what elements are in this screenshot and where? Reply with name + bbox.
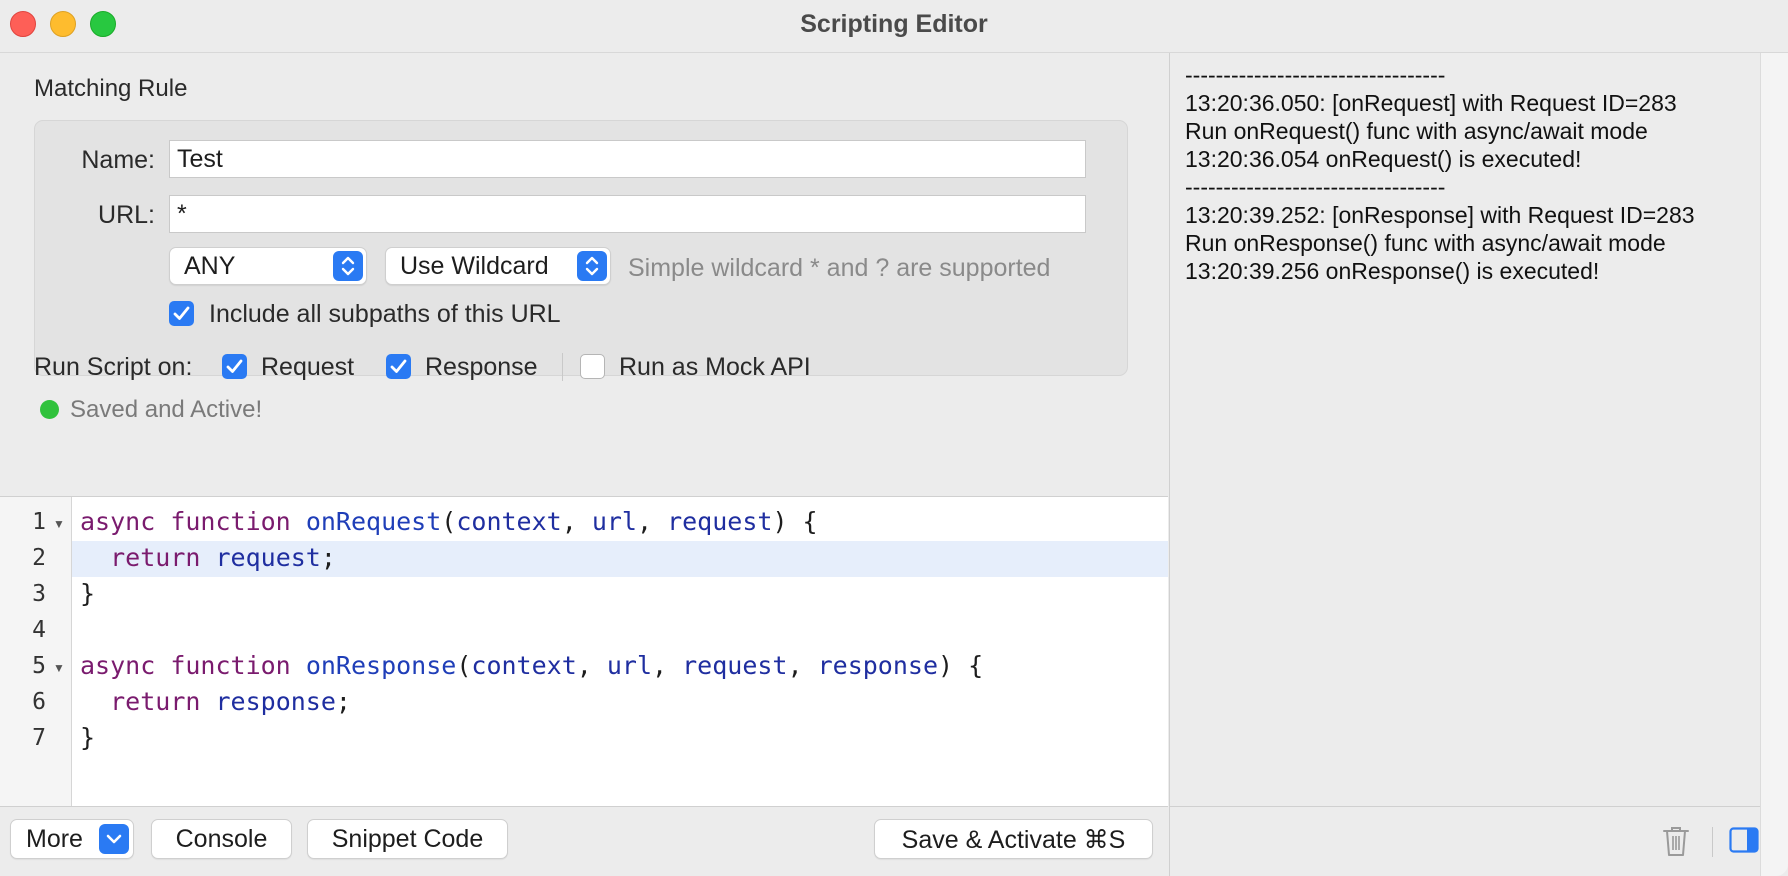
editor-toolbar: More Console Snippet Code Save & Activat… <box>0 806 1168 876</box>
checkmark-icon <box>390 359 407 373</box>
status-text: Saved and Active! <box>70 396 263 423</box>
divider <box>562 353 563 381</box>
line-number: 6 <box>32 689 46 715</box>
line-number: 5 <box>32 653 46 679</box>
log-line: 13:20:36.054 onRequest() is executed! <box>1185 146 1582 172</box>
log-line: 13:20:39.256 onResponse() is executed! <box>1185 258 1600 284</box>
code-line: async function onRequest(context, url, r… <box>80 507 818 536</box>
fold-triangle-icon[interactable]: ▼ <box>53 517 65 531</box>
code-line: } <box>80 579 96 608</box>
code-line: async function onResponse(context, url, … <box>80 651 984 680</box>
line-number: 7 <box>32 725 46 751</box>
request-checkbox[interactable] <box>222 354 247 379</box>
matching-rule-heading: Matching Rule <box>34 75 188 102</box>
log-line: Run onResponse() func with async/await m… <box>1185 230 1666 256</box>
save-activate-button[interactable]: Save & Activate ⌘S <box>874 819 1153 859</box>
url-label: URL: <box>98 201 155 229</box>
mock-api-label: Run as Mock API <box>619 353 811 381</box>
more-label: More <box>26 825 83 853</box>
chevron-down-icon <box>99 824 129 854</box>
include-subpaths-label: Include all subpaths of this URL <box>209 300 561 328</box>
line-number: 3 <box>32 581 46 607</box>
checkmark-icon <box>226 359 243 373</box>
match-mode-popup[interactable]: Use Wildcard <box>385 247 611 285</box>
console-button[interactable]: Console <box>151 819 292 859</box>
line-number: 4 <box>32 617 46 643</box>
updown-chevron-icon <box>577 251 607 281</box>
mock-api-checkbox[interactable] <box>580 354 605 379</box>
wildcard-hint: Simple wildcard * and ? are supported <box>628 254 1051 282</box>
sidebar-toggle-icon[interactable] <box>1729 827 1759 853</box>
window-title: Scripting Editor <box>800 10 988 38</box>
trash-icon[interactable] <box>1661 824 1691 858</box>
run-script-label: Run Script on: <box>34 353 193 381</box>
fold-triangle-icon[interactable]: ▼ <box>53 661 65 675</box>
log-line: Run onRequest() func with async/await mo… <box>1185 118 1648 144</box>
more-menu-button[interactable]: More <box>10 819 134 859</box>
status-indicator-icon <box>40 400 59 419</box>
request-label: Request <box>261 353 355 381</box>
http-method-value: ANY <box>184 252 236 280</box>
match-mode-value: Use Wildcard <box>400 252 549 280</box>
updown-chevron-icon <box>333 251 363 281</box>
console-log: ---------------------------------- 13:20… <box>1185 61 1695 285</box>
log-line: 13:20:39.252: [onResponse] with Request … <box>1185 202 1695 228</box>
log-line: ---------------------------------- <box>1185 174 1446 200</box>
name-field[interactable] <box>169 140 1086 178</box>
response-label: Response <box>425 353 538 381</box>
log-line: 13:20:36.050: [onRequest] with Request I… <box>1185 90 1677 116</box>
console-pane: ---------------------------------- 13:20… <box>1169 53 1760 806</box>
snippet-code-button[interactable]: Snippet Code <box>307 819 508 859</box>
matching-rule-box: Name: URL: ANY Use Wildcard Simple wildc… <box>34 120 1128 376</box>
name-label: Name: <box>81 146 155 174</box>
line-number: 1 <box>32 509 46 535</box>
console-toolbar <box>1169 806 1760 876</box>
code-line: } <box>80 723 96 752</box>
response-checkbox[interactable] <box>386 354 411 379</box>
scripting-editor-window: Scripting Editor Matching Rule Name: URL… <box>0 0 1788 876</box>
scrollbar[interactable] <box>1760 53 1788 876</box>
code-line: return request; <box>110 543 336 572</box>
line-number-gutter: 1 ▼ 2 3 4 5 ▼ 6 7 <box>0 497 72 807</box>
line-number: 2 <box>32 545 46 571</box>
divider <box>1712 827 1713 857</box>
include-subpaths-checkbox[interactable] <box>169 301 194 326</box>
http-method-popup[interactable]: ANY <box>169 247 367 285</box>
code-line: return response; <box>110 687 351 716</box>
url-field[interactable] <box>169 195 1086 233</box>
title-bar: Scripting Editor <box>0 0 1788 53</box>
code-editor[interactable]: 1 ▼ 2 3 4 5 ▼ 6 7 async function onReque… <box>0 496 1168 807</box>
checkmark-icon <box>173 306 190 320</box>
log-line: ---------------------------------- <box>1185 62 1446 88</box>
